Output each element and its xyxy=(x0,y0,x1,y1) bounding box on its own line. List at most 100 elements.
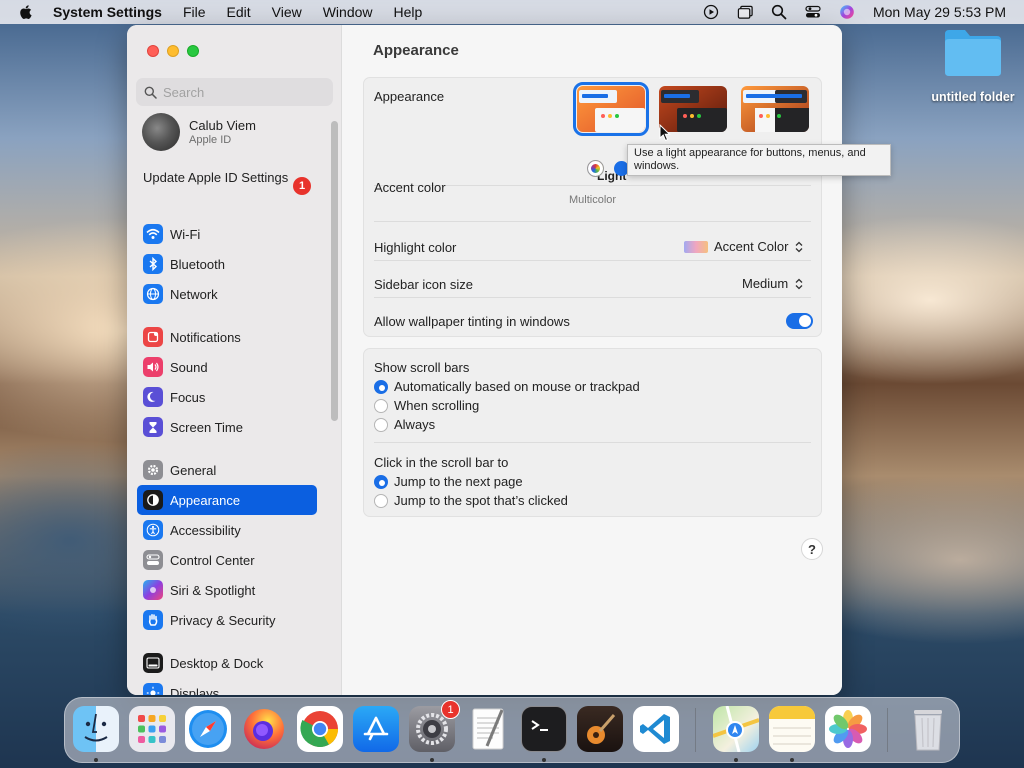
dock-photos[interactable] xyxy=(825,706,871,752)
dock-firefox[interactable] xyxy=(241,706,287,752)
hourglass-icon xyxy=(143,417,163,437)
apple-logo-icon[interactable] xyxy=(17,3,35,21)
dock-launchpad[interactable] xyxy=(129,706,175,752)
sidebar-item-label: Bluetooth xyxy=(170,256,225,272)
jump-next-page-radio[interactable]: Jump to the next page xyxy=(374,474,523,489)
sidebar-item-label: Notifications xyxy=(170,329,241,345)
sidebar-icon-size-popup[interactable]: Medium xyxy=(742,276,804,291)
menu-help[interactable]: Help xyxy=(394,4,423,20)
sidebar-item-appearance[interactable]: Appearance xyxy=(137,485,317,515)
search-icon[interactable] xyxy=(771,4,788,21)
content-pane: Appearance Appearance Light Accent color… xyxy=(343,25,842,695)
dock-terminal[interactable] xyxy=(521,706,567,752)
radio-dot xyxy=(374,379,388,394)
desktop-folder[interactable]: untitled folder xyxy=(928,28,1018,104)
sidebar-item-screen-time[interactable]: Screen Time xyxy=(137,412,317,442)
profile-subtitle: Apple ID xyxy=(189,134,232,146)
textedit-icon xyxy=(472,708,504,750)
highlight-color-popup[interactable]: Accent Color xyxy=(684,239,804,254)
dock-separator xyxy=(887,708,888,752)
moon-icon xyxy=(143,387,163,407)
maps-icon xyxy=(713,706,759,752)
accent-multicolor-swatch[interactable] xyxy=(587,160,604,177)
play-circle-icon[interactable] xyxy=(703,4,720,21)
dock-vscode[interactable] xyxy=(633,706,679,752)
dock-garageband[interactable] xyxy=(577,706,623,752)
sidebar-item-label: Control Center xyxy=(170,552,255,568)
globe-icon xyxy=(143,284,163,304)
app-store-icon xyxy=(363,716,389,741)
sidebar-item-desktop-dock[interactable]: Desktop & Dock xyxy=(137,648,317,678)
scroll-always-radio[interactable]: Always xyxy=(374,417,435,432)
close-button[interactable] xyxy=(147,45,159,57)
running-indicator xyxy=(790,758,794,762)
running-indicator xyxy=(542,758,546,762)
stepper-icon xyxy=(795,278,803,289)
apple-id-profile[interactable]: Calub Viem Apple ID xyxy=(142,113,256,151)
menubar-clock[interactable]: Mon May 29 5:53 PM xyxy=(873,4,1006,20)
appearance-icon xyxy=(143,490,163,510)
sidebar-item-privacy-security[interactable]: Privacy & Security xyxy=(137,605,317,635)
menu-window[interactable]: Window xyxy=(323,4,373,20)
dock-notes[interactable] xyxy=(769,706,815,752)
menu-bar: System Settings File Edit View Window He… xyxy=(0,0,1024,24)
sidebar-item-sound[interactable]: Sound xyxy=(137,352,317,382)
menu-app-name[interactable]: System Settings xyxy=(53,4,162,20)
dock-textedit[interactable] xyxy=(465,706,511,752)
radio-label: Jump to the spot that’s clicked xyxy=(394,493,568,508)
sidebar-item-bluetooth[interactable]: Bluetooth xyxy=(137,249,317,279)
sidebar-item-label: Desktop & Dock xyxy=(170,655,264,671)
minimize-button[interactable] xyxy=(167,45,179,57)
sidebar-item-label: Accessibility xyxy=(170,522,241,538)
siri-icon xyxy=(143,580,163,600)
appearance-auto-option[interactable] xyxy=(741,86,809,132)
dock-maps[interactable] xyxy=(713,706,759,752)
sidebar-item-wifi[interactable]: Wi-Fi xyxy=(137,219,317,249)
zoom-button[interactable] xyxy=(187,45,199,57)
sidebar-item-focus[interactable]: Focus xyxy=(137,382,317,412)
radio-label: Automatically based on mouse or trackpad xyxy=(394,379,640,394)
sidebar-item-notifications[interactable]: Notifications xyxy=(137,322,317,352)
windows-icon[interactable] xyxy=(737,4,754,21)
scroll-when-scrolling-radio[interactable]: When scrolling xyxy=(374,398,479,413)
show-scroll-bars-label: Show scroll bars xyxy=(374,360,470,375)
control-center-icon[interactable] xyxy=(805,4,822,21)
sidebar-item-control-center[interactable]: Control Center xyxy=(137,545,317,575)
menu-view[interactable]: View xyxy=(272,4,302,20)
dock-chrome[interactable] xyxy=(297,706,343,752)
dock: 1 xyxy=(64,697,960,763)
highlight-color-value: Accent Color xyxy=(714,239,789,254)
dock-app-store[interactable] xyxy=(353,706,399,752)
launchpad-icon xyxy=(138,715,166,743)
system-settings-window: Calub Viem Apple ID Update Apple ID Sett… xyxy=(127,25,842,695)
sidebar-item-network[interactable]: Network xyxy=(137,279,317,309)
sidebar-item-siri-spotlight[interactable]: Siri & Spotlight xyxy=(137,575,317,605)
dock-finder[interactable] xyxy=(73,706,119,752)
sidebar-scrollbar[interactable] xyxy=(331,121,338,421)
radio-dot xyxy=(374,417,388,432)
appearance-light-option[interactable] xyxy=(573,82,649,136)
sidebar-item-label: Wi-Fi xyxy=(170,226,201,242)
notes-icon xyxy=(769,706,815,745)
gear-icon xyxy=(143,460,163,480)
wallpaper-tinting-toggle[interactable] xyxy=(786,313,813,329)
search-input[interactable] xyxy=(163,84,323,100)
search-field[interactable] xyxy=(136,78,333,106)
accent-caption: Multicolor xyxy=(569,194,617,206)
scroll-auto-radio[interactable]: Automatically based on mouse or trackpad xyxy=(374,379,640,394)
sidebar-item-displays[interactable]: Displays xyxy=(137,678,317,695)
divider xyxy=(374,260,811,261)
sidebar-item-accessibility[interactable]: Accessibility xyxy=(137,515,317,545)
menu-file[interactable]: File xyxy=(183,4,206,20)
hand-icon xyxy=(143,610,163,630)
update-badge: 1 xyxy=(293,177,311,195)
help-button[interactable]: ? xyxy=(801,538,823,560)
jump-to-spot-radio[interactable]: Jump to the spot that’s clicked xyxy=(374,493,568,508)
update-apple-id-item[interactable]: Update Apple ID Settings xyxy=(143,170,318,186)
siri-icon[interactable] xyxy=(839,4,856,21)
compass-icon xyxy=(189,710,227,748)
menu-edit[interactable]: Edit xyxy=(227,4,251,20)
dock-safari[interactable] xyxy=(185,706,231,752)
sidebar-item-general[interactable]: General xyxy=(137,455,317,485)
dock-trash[interactable] xyxy=(905,706,951,752)
